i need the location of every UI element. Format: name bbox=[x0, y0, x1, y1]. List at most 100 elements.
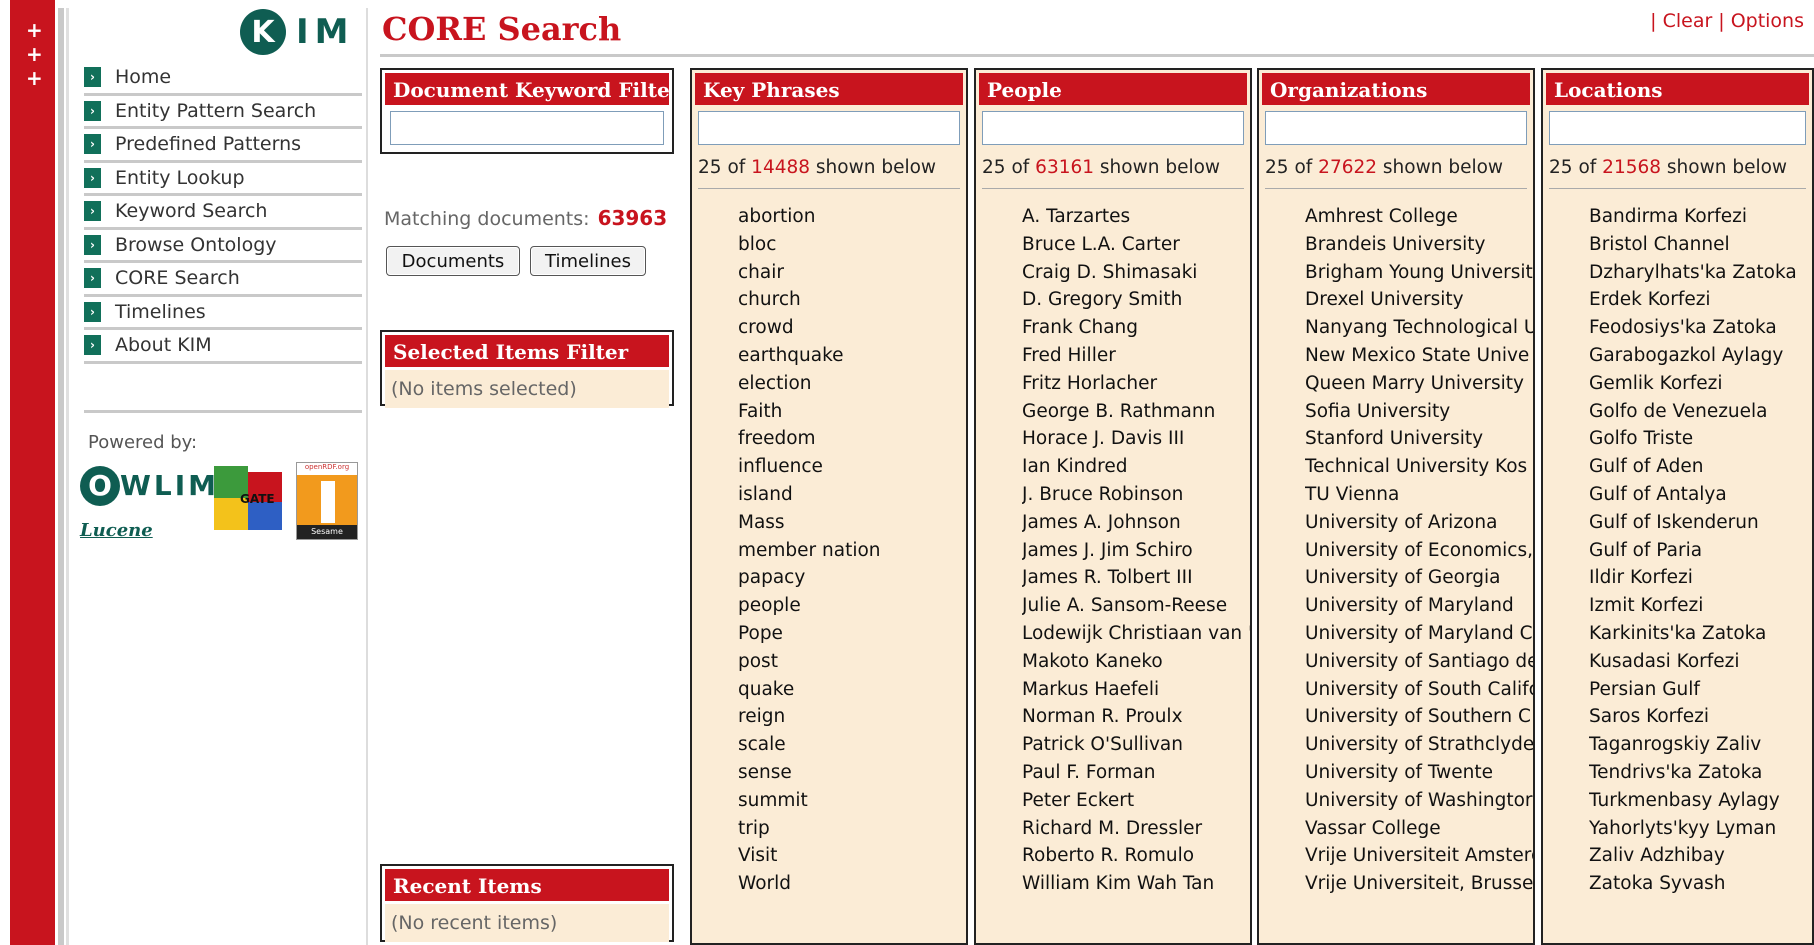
list-item[interactable]: Turkmenbasy Aylagy bbox=[1589, 787, 1812, 815]
timelines-button[interactable]: Timelines bbox=[530, 246, 646, 276]
list-item[interactable]: J. Bruce Robinson bbox=[1022, 481, 1250, 509]
list-item[interactable]: Brigham Young Universit bbox=[1305, 259, 1533, 287]
nav-item[interactable]: › Home bbox=[84, 62, 362, 96]
list-item[interactable]: James A. Johnson bbox=[1022, 509, 1250, 537]
sesame-logo[interactable]: openRDF.org Sesame bbox=[296, 462, 358, 540]
list-item[interactable]: Bandirma Korfezi bbox=[1589, 203, 1812, 231]
kim-logo[interactable]: K IM bbox=[240, 8, 354, 56]
list-item[interactable]: Horace J. Davis III bbox=[1022, 425, 1250, 453]
list-item[interactable]: D. Gregory Smith bbox=[1022, 286, 1250, 314]
list-item[interactable]: chair bbox=[738, 259, 966, 287]
nav-item[interactable]: › Keyword Search bbox=[84, 196, 362, 230]
list-item[interactable]: Feodosiys'ka Zatoka bbox=[1589, 314, 1812, 342]
list-item[interactable]: Pope bbox=[738, 620, 966, 648]
list-item[interactable]: University of Southern C bbox=[1305, 703, 1533, 731]
list-item[interactable]: scale bbox=[738, 731, 966, 759]
list-item[interactable]: Lodewijk Christiaan van ' bbox=[1022, 620, 1250, 648]
list-item[interactable]: New Mexico State Unive bbox=[1305, 342, 1533, 370]
list-item[interactable]: member nation bbox=[738, 537, 966, 565]
list-item[interactable]: Gulf of Antalya bbox=[1589, 481, 1812, 509]
list-item[interactable]: Gulf of Paria bbox=[1589, 537, 1812, 565]
nav-item[interactable]: › Browse Ontology bbox=[84, 230, 362, 263]
list-item[interactable]: Patrick O'Sullivan bbox=[1022, 731, 1250, 759]
nav-item[interactable]: › CORE Search bbox=[84, 263, 362, 297]
list-item[interactable]: Amhrest College bbox=[1305, 203, 1533, 231]
nav-item[interactable]: › About KIM bbox=[84, 330, 362, 364]
list-item[interactable]: Erdek Korfezi bbox=[1589, 286, 1812, 314]
list-item[interactable]: Gemlik Korfezi bbox=[1589, 370, 1812, 398]
list-item[interactable]: Golfo Triste bbox=[1589, 425, 1812, 453]
list-item[interactable]: Roberto R. Romulo bbox=[1022, 842, 1250, 870]
list-item[interactable]: abortion bbox=[738, 203, 966, 231]
list-item[interactable]: Queen Marry University bbox=[1305, 370, 1533, 398]
list-item[interactable]: Saros Korfezi bbox=[1589, 703, 1812, 731]
list-item[interactable]: Visit bbox=[738, 842, 966, 870]
list-item[interactable]: University of Santiago de bbox=[1305, 648, 1533, 676]
panel-search-input[interactable] bbox=[982, 111, 1244, 145]
list-item[interactable]: election bbox=[738, 370, 966, 398]
list-item[interactable]: post bbox=[738, 648, 966, 676]
list-item[interactable]: University of Arizona bbox=[1305, 509, 1533, 537]
list-item[interactable]: James R. Tolbert III bbox=[1022, 564, 1250, 592]
expand-plus-icon[interactable]: + bbox=[26, 20, 43, 40]
list-item[interactable]: University of Maryland C bbox=[1305, 620, 1533, 648]
list-item[interactable]: Vassar College bbox=[1305, 815, 1533, 843]
list-item[interactable]: Dzharylhats'ka Zatoka bbox=[1589, 259, 1812, 287]
owlim-logo[interactable]: O WLIM bbox=[80, 466, 219, 506]
list-item[interactable]: Mass bbox=[738, 509, 966, 537]
list-item[interactable]: Paul F. Forman bbox=[1022, 759, 1250, 787]
list-item[interactable]: Makoto Kaneko bbox=[1022, 648, 1250, 676]
list-item[interactable]: Fred Hiller bbox=[1022, 342, 1250, 370]
list-item[interactable]: Faith bbox=[738, 398, 966, 426]
list-item[interactable]: Nanyang Technological U bbox=[1305, 314, 1533, 342]
list-item[interactable]: crowd bbox=[738, 314, 966, 342]
clear-link[interactable]: Clear bbox=[1663, 10, 1713, 32]
list-item[interactable]: World bbox=[738, 870, 966, 898]
list-item[interactable]: James J. Jim Schiro bbox=[1022, 537, 1250, 565]
list-item[interactable]: Ildir Korfezi bbox=[1589, 564, 1812, 592]
list-item[interactable]: Julie A. Sansom-Reese bbox=[1022, 592, 1250, 620]
list-item[interactable]: papacy bbox=[738, 564, 966, 592]
keyword-filter-input[interactable] bbox=[390, 111, 664, 145]
list-item[interactable]: Vrije Universiteit, Brusse bbox=[1305, 870, 1533, 898]
list-item[interactable]: Taganrogskiy Zaliv bbox=[1589, 731, 1812, 759]
list-item[interactable]: University of Maryland bbox=[1305, 592, 1533, 620]
panel-search-input[interactable] bbox=[1549, 111, 1806, 145]
list-item[interactable]: Tendrivs'ka Zatoka bbox=[1589, 759, 1812, 787]
list-item[interactable]: Izmit Korfezi bbox=[1589, 592, 1812, 620]
nav-item[interactable]: › Timelines bbox=[84, 297, 362, 330]
list-item[interactable]: University of South Califc bbox=[1305, 676, 1533, 704]
nav-item[interactable]: › Entity Pattern Search bbox=[84, 96, 362, 129]
list-item[interactable]: William Kim Wah Tan bbox=[1022, 870, 1250, 898]
list-item[interactable]: University of Twente bbox=[1305, 759, 1533, 787]
list-item[interactable]: people bbox=[738, 592, 966, 620]
list-item[interactable]: Bruce L.A. Carter bbox=[1022, 231, 1250, 259]
list-item[interactable]: earthquake bbox=[738, 342, 966, 370]
list-item[interactable]: Craig D. Shimasaki bbox=[1022, 259, 1250, 287]
list-item[interactable]: Persian Gulf bbox=[1589, 676, 1812, 704]
list-item[interactable]: sense bbox=[738, 759, 966, 787]
list-item[interactable]: Ian Kindred bbox=[1022, 453, 1250, 481]
list-item[interactable]: Bristol Channel bbox=[1589, 231, 1812, 259]
list-item[interactable]: freedom bbox=[738, 425, 966, 453]
lucene-logo[interactable]: Lucene bbox=[80, 520, 153, 541]
nav-item[interactable]: › Predefined Patterns bbox=[84, 129, 362, 163]
list-item[interactable]: Garabogazkol Aylagy bbox=[1589, 342, 1812, 370]
list-item[interactable]: Sofia University bbox=[1305, 398, 1533, 426]
list-item[interactable]: Peter Eckert bbox=[1022, 787, 1250, 815]
list-item[interactable]: Gulf of Aden bbox=[1589, 453, 1812, 481]
list-item[interactable]: Fritz Horlacher bbox=[1022, 370, 1250, 398]
list-item[interactable]: Drexel University bbox=[1305, 286, 1533, 314]
options-link[interactable]: Options bbox=[1731, 10, 1804, 32]
list-item[interactable]: Vrije Universiteit Amsterc bbox=[1305, 842, 1533, 870]
list-item[interactable]: Golfo de Venezuela bbox=[1589, 398, 1812, 426]
gate-logo[interactable]: GATE bbox=[210, 462, 286, 532]
list-item[interactable]: Frank Chang bbox=[1022, 314, 1250, 342]
list-item[interactable]: Karkinits'ka Zatoka bbox=[1589, 620, 1812, 648]
documents-button[interactable]: Documents bbox=[386, 246, 520, 276]
nav-item[interactable]: › Entity Lookup bbox=[84, 163, 362, 196]
list-item[interactable]: Brandeis University bbox=[1305, 231, 1533, 259]
list-item[interactable]: Richard M. Dressler bbox=[1022, 815, 1250, 843]
list-item[interactable]: trip bbox=[738, 815, 966, 843]
list-item[interactable]: influence bbox=[738, 453, 966, 481]
